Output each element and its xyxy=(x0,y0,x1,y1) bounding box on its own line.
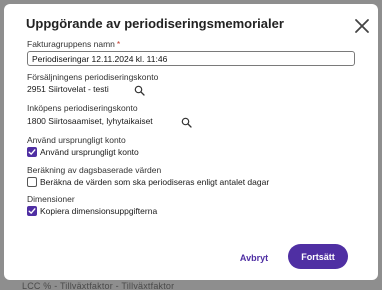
day-based-calc-label: Beräkning av dagsbaserade värden xyxy=(27,165,162,175)
cancel-button[interactable]: Avbryt xyxy=(230,246,278,270)
purchase-account-search-icon[interactable] xyxy=(181,117,192,128)
sales-account-label: Försäljningens periodiseringskonto xyxy=(27,72,159,82)
close-button[interactable] xyxy=(350,14,374,38)
checkmark-icon xyxy=(28,208,36,214)
close-icon xyxy=(355,19,369,33)
continue-button[interactable]: Fortsätt xyxy=(288,244,348,269)
day-based-calc-checkbox[interactable] xyxy=(27,177,37,187)
dimensions-label: Dimensioner xyxy=(27,194,75,204)
use-original-account-label: Använd ursprungligt konto xyxy=(27,135,126,145)
checkmark-icon xyxy=(28,149,36,155)
sales-account-value[interactable]: 2951 Siirtovelat - testi xyxy=(27,84,109,94)
day-based-calc-checkbox-label: Beräkna de värden som ska periodiseras e… xyxy=(40,177,270,187)
use-original-account-checkbox[interactable] xyxy=(27,147,37,157)
dialog-title: Uppgörande av periodiseringsmemorialer xyxy=(26,16,284,31)
invoice-group-name-label: Fakturagruppens namn * xyxy=(27,39,121,49)
purchase-account-value[interactable]: 1800 Siirtosaamiset, lyhytaikaiset xyxy=(27,116,153,126)
purchase-account-label: Inköpens periodiseringskonto xyxy=(27,103,138,113)
dimensions-checkbox-label: Kopiera dimensionsuppgifterna xyxy=(40,206,158,216)
dimensions-checkbox[interactable] xyxy=(27,206,37,216)
use-original-account-checkbox-label: Använd ursprungligt konto xyxy=(40,147,139,157)
sales-account-search-icon[interactable] xyxy=(134,85,145,96)
use-original-account-row[interactable]: Använd ursprungligt konto xyxy=(27,146,139,158)
required-marker: * xyxy=(116,39,121,49)
invoice-group-name-input[interactable] xyxy=(27,51,355,66)
periodization-dialog: Uppgörande av periodiseringsmemorialer F… xyxy=(4,4,378,280)
day-based-calc-row[interactable]: Beräkna de värden som ska periodiseras e… xyxy=(27,176,269,188)
dimensions-row[interactable]: Kopiera dimensionsuppgifterna xyxy=(27,205,157,217)
